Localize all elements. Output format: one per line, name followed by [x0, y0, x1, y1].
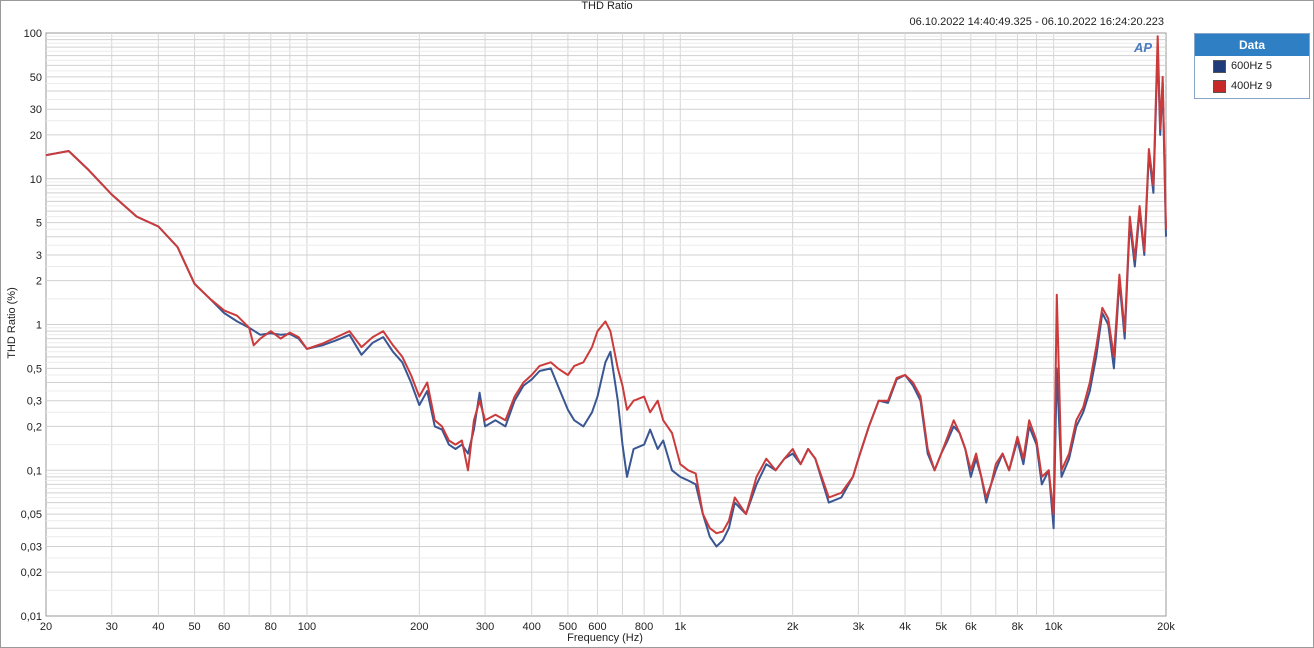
x-tick-label: 200	[410, 621, 428, 633]
ap-logo-icon: AP	[1134, 40, 1153, 55]
x-tick-label: 400	[523, 621, 541, 633]
legend-item[interactable]: 400Hz 9	[1195, 76, 1309, 96]
y-tick-label: 10	[30, 174, 42, 186]
x-axis-label: Frequency (Hz)	[567, 632, 643, 644]
legend-item-label: 600Hz 5	[1231, 60, 1272, 72]
legend-swatch	[1213, 79, 1226, 93]
x-tick-label: 10k	[1045, 621, 1063, 633]
y-tick-label: 50	[30, 72, 42, 84]
y-tick-label: 5	[36, 218, 42, 230]
x-tick-label: 2k	[787, 621, 799, 633]
x-tick-label: 30	[106, 621, 118, 633]
x-tick-label: 8k	[1012, 621, 1024, 633]
x-tick-label: 5k	[935, 621, 947, 633]
y-tick-label: 0,01	[21, 611, 42, 623]
x-tick-label: 50	[188, 621, 200, 633]
y-tick-label: 30	[30, 104, 42, 116]
legend-item[interactable]: 600Hz 5	[1195, 56, 1309, 76]
y-tick-label: 0,3	[27, 396, 42, 408]
x-tick-label: 300	[476, 621, 494, 633]
x-tick-label: 6k	[965, 621, 977, 633]
y-axis-label: THD Ratio (%)	[6, 287, 18, 359]
y-tick-label: 3	[36, 250, 42, 262]
y-tick-label: 0,02	[21, 567, 42, 579]
y-tick-label: 0,2	[27, 421, 42, 433]
y-tick-label: 0,03	[21, 541, 42, 553]
x-tick-label: 80	[265, 621, 277, 633]
y-tick-label: 0,5	[27, 363, 42, 375]
x-tick-label: 4k	[899, 621, 911, 633]
y-tick-label: 20	[30, 130, 42, 142]
y-tick-label: 2	[36, 276, 42, 288]
legend-title: Data	[1195, 34, 1309, 56]
x-tick-label: 3k	[853, 621, 865, 633]
x-tick-label: 20k	[1157, 621, 1175, 633]
x-tick-label: 1k	[674, 621, 686, 633]
y-tick-label: 1	[36, 320, 42, 332]
x-tick-label: 100	[298, 621, 316, 633]
legend-item-label: 400Hz 9	[1231, 80, 1272, 92]
legend-swatch	[1213, 59, 1226, 73]
x-tick-label: 60	[218, 621, 230, 633]
y-tick-label: 0,05	[21, 509, 42, 521]
y-tick-label: 0,1	[27, 465, 42, 477]
x-tick-label: 40	[152, 621, 164, 633]
thd-plot[interactable]: 20 30 40 50 60 80 100 200 300 400 500 600 800 1k 2k 3k 4…	[0, 0, 1314, 648]
legend-panel: Data 600Hz 5 400Hz 9	[1194, 33, 1310, 99]
y-tick-label: 100	[24, 28, 42, 40]
